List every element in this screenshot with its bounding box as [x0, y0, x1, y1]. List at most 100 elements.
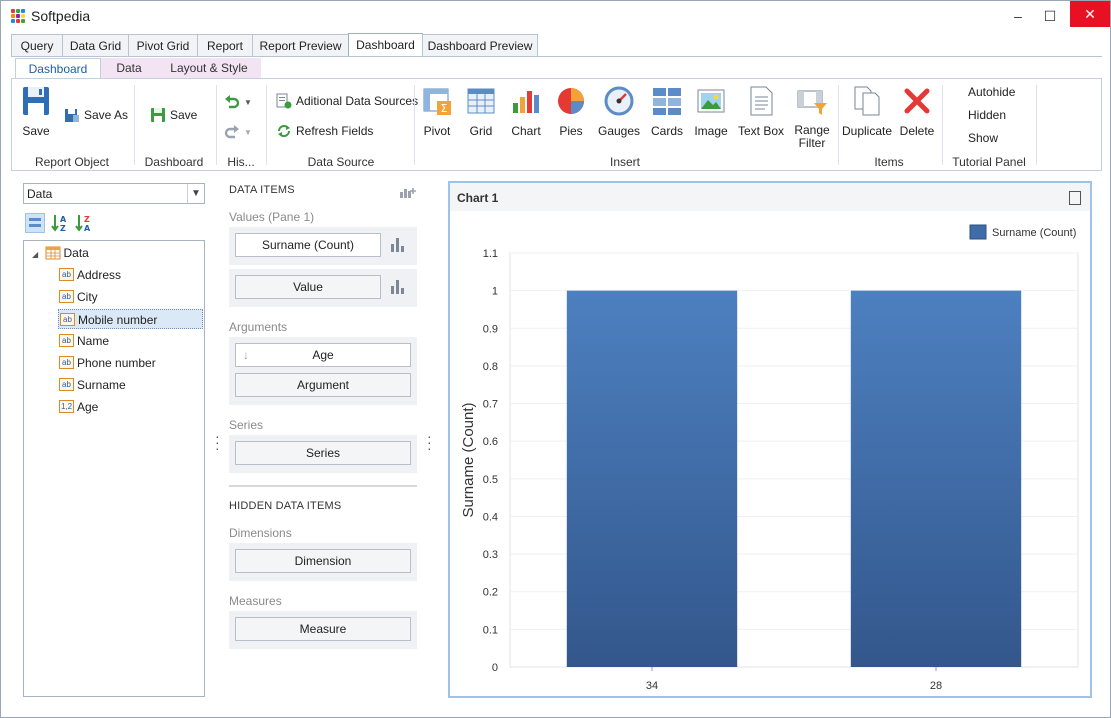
y-tick-label: 0.3: [483, 549, 498, 561]
datasource-select-value: Data: [27, 187, 53, 201]
insert-chart-button[interactable]: Chart: [506, 85, 546, 138]
minimize-button[interactable]: –: [1004, 5, 1032, 27]
value-placeholder[interactable]: Value: [235, 275, 381, 299]
group-icon: [29, 218, 41, 227]
image-label: Image: [694, 124, 728, 138]
datasource-select[interactable]: Data ▼: [23, 183, 205, 204]
field-item[interactable]: ab Address: [59, 265, 121, 285]
delete-button[interactable]: Delete: [898, 85, 936, 138]
expand-arrow-icon[interactable]: ◢: [32, 250, 38, 259]
numeric-field-icon: 1,2: [59, 400, 74, 414]
field-item[interactable]: ab Mobile number: [58, 309, 203, 329]
undo-button[interactable]: ▼: [224, 91, 252, 111]
group-label-dashboard: Dashboard: [144, 155, 204, 169]
add-pane-icon[interactable]: [399, 185, 417, 199]
group-label-items: Items: [874, 155, 904, 169]
series-type-bar-icon[interactable]: [391, 238, 405, 252]
text-field-icon: ab: [59, 290, 74, 304]
measures-label: Measures: [229, 594, 282, 608]
data-items-title: DATA ITEMS: [229, 184, 295, 196]
field-item[interactable]: ab Phone number: [59, 353, 156, 373]
splitter-grip-right[interactable]: · · ·: [427, 429, 432, 455]
text-field-icon: ab: [59, 334, 74, 348]
tab-dashboard-preview[interactable]: Dashboard Preview: [422, 34, 538, 57]
ribbon-tab-dashboard[interactable]: Dashboard: [15, 58, 101, 79]
argument-placeholder[interactable]: Argument: [235, 373, 411, 397]
field-item[interactable]: ab Surname: [59, 375, 126, 395]
insert-image-button[interactable]: Image: [692, 85, 730, 138]
ribbon-tab-data[interactable]: Data: [109, 58, 149, 79]
field-item[interactable]: ab Name: [59, 331, 109, 351]
insert-grid-button[interactable]: Grid: [462, 85, 500, 138]
group-label-tutorial-panel: Tutorial Panel: [952, 155, 1026, 169]
refresh-fields-label: Refresh Fields: [296, 124, 374, 138]
ribbon-tab-layout-style[interactable]: Layout & Style: [163, 58, 255, 79]
value-item-surname-count[interactable]: Surname (Count): [235, 233, 381, 257]
gauges-label: Gauges: [597, 124, 641, 138]
cards-icon: [653, 88, 681, 115]
duplicate-button[interactable]: Duplicate: [842, 85, 892, 138]
export-icon[interactable]: [1069, 191, 1081, 205]
save-as-button[interactable]: Save As: [64, 105, 128, 125]
insert-pies-button[interactable]: Pies: [552, 85, 590, 138]
insert-cards-button[interactable]: Cards: [648, 85, 686, 138]
insert-range-filter-button[interactable]: Range Filter: [790, 85, 834, 150]
bar-chart-icon: [513, 91, 539, 113]
show-button[interactable]: Show: [968, 128, 998, 148]
chevron-down-icon[interactable]: ▼: [187, 184, 204, 203]
splitter-grip-left[interactable]: · · ·: [215, 429, 220, 455]
series-type-bar-icon[interactable]: [391, 280, 405, 294]
series-placeholder[interactable]: Series: [235, 441, 411, 465]
maximize-button[interactable]: ☐: [1036, 5, 1064, 27]
save-dashboard-button[interactable]: Save: [150, 105, 197, 125]
x-tick-label: 34: [646, 680, 658, 692]
svg-text:A: A: [60, 215, 67, 224]
pivot-icon: Σ: [423, 88, 451, 115]
close-button[interactable]: ✕: [1070, 1, 1110, 27]
sort-descending-button[interactable]: ZA: [75, 213, 95, 233]
sort-ascending-button[interactable]: AZ: [51, 213, 71, 233]
values-pane-label: Values (Pane 1): [229, 210, 315, 224]
sort-arrow-icon[interactable]: ↓: [243, 344, 249, 366]
refresh-icon: [278, 124, 290, 137]
tab-report[interactable]: Report: [197, 34, 253, 57]
y-axis-title: Surname (Count): [460, 402, 477, 517]
field-item[interactable]: ab City: [59, 287, 98, 307]
save-dashboard-label: Save: [170, 108, 198, 122]
ribbon: Save Save As Report Object Save Dashboar…: [11, 78, 1102, 171]
field-item[interactable]: 1,2 Age: [59, 397, 98, 417]
tab-query[interactable]: Query: [11, 34, 63, 57]
additional-data-sources-button[interactable]: Aditional Data Sources: [276, 91, 418, 111]
insert-gauges-button[interactable]: Gauges: [596, 85, 642, 138]
hidden-button[interactable]: Hidden: [968, 105, 1006, 125]
autohide-button[interactable]: Autohide: [968, 82, 1015, 102]
field-item-label: Address: [77, 268, 122, 282]
series-label: Series: [229, 418, 264, 432]
section-divider: [229, 485, 417, 487]
dimension-placeholder[interactable]: Dimension: [235, 549, 411, 573]
arguments-label: Arguments: [229, 320, 288, 334]
redo-dropdown-icon[interactable]: ▼: [244, 128, 252, 137]
insert-pivot-button[interactable]: Σ Pivot: [418, 85, 456, 138]
tab-pivot-grid[interactable]: Pivot Grid: [128, 34, 198, 57]
y-tick-label: 0.2: [483, 587, 498, 599]
argument-item-age[interactable]: ↓ Age: [235, 343, 411, 367]
tab-dashboard[interactable]: Dashboard: [348, 33, 423, 57]
insert-text-box-button[interactable]: Text Box: [736, 85, 786, 138]
measure-placeholder[interactable]: Measure: [235, 617, 411, 641]
undo-dropdown-icon[interactable]: ▼: [244, 98, 252, 107]
chart-panel-title: Chart 1: [457, 191, 499, 205]
app-logo-icon: [11, 9, 25, 23]
bar: [850, 290, 1022, 667]
tab-data-grid[interactable]: Data Grid: [62, 34, 129, 57]
tab-report-preview[interactable]: Report Preview: [252, 34, 349, 57]
gauge-icon: [604, 86, 634, 116]
chart-item-panel[interactable]: Chart 1 0 0.1 0.2 0.3 0.4 0.5 0.6 0.7 0.8 0.9 1 1.1…: [448, 181, 1092, 698]
group-by-type-button[interactable]: [25, 213, 45, 233]
y-tick-label: 0.1: [483, 624, 498, 636]
refresh-fields-button[interactable]: Refresh Fields: [276, 121, 373, 141]
tree-root-data[interactable]: ◢ Data: [32, 243, 89, 263]
redo-button[interactable]: ▼: [224, 121, 252, 141]
save-report-button[interactable]: Save: [16, 85, 56, 138]
ribbon-separator: [266, 85, 267, 165]
